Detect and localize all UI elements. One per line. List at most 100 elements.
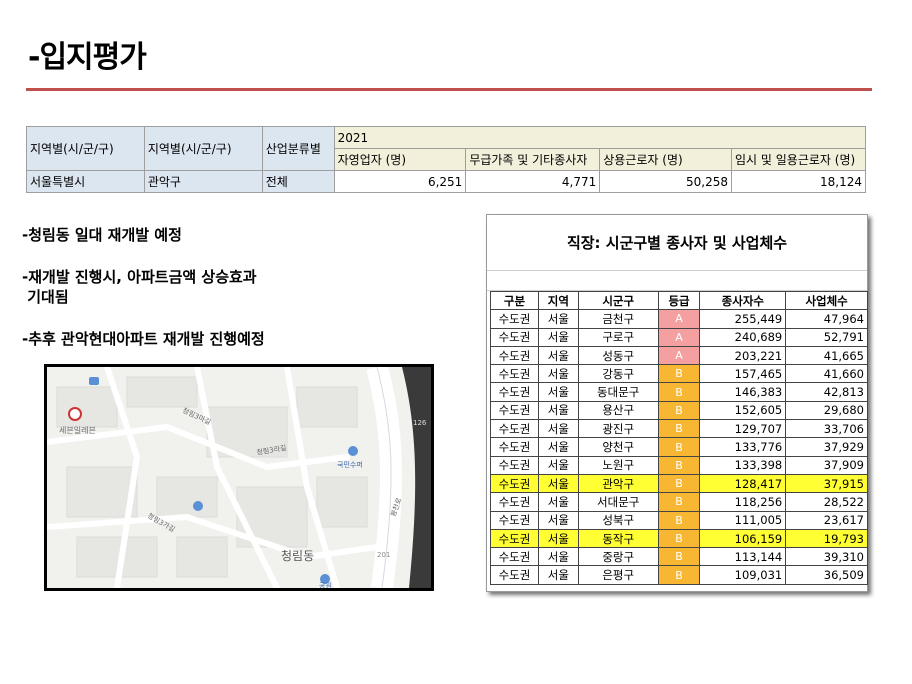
header-year: 2021 [333, 126, 867, 149]
cell-area: 서울 [537, 510, 579, 530]
cell-district: 노원구 [577, 455, 659, 475]
cell-businesses: 29,680 [785, 400, 868, 421]
cell-businesses: 42,813 [785, 382, 868, 402]
cell-district: 동대문구 [577, 382, 659, 402]
bullet-future-plan: -추후 관악현대아파트 재개발 진행예정 [22, 330, 265, 348]
cell-district: 금천구 [577, 309, 659, 329]
cell-area: 서울 [537, 547, 579, 567]
col-district: 시군구 [577, 290, 659, 311]
ranking-spacer [487, 271, 867, 291]
cell-area: 서울 [537, 327, 579, 347]
cell-grade: B [657, 510, 701, 530]
cell-businesses: 33,706 [785, 419, 868, 439]
table-row: 수도권 서울 성북구 B 111,005 23,617 [490, 510, 868, 530]
district-ranking-panel: 직장: 시군구별 종사자 및 사업체수 구분 지역 시군구 등급 종사자수 사업… [486, 214, 868, 592]
cell-zone: 수도권 [490, 528, 539, 549]
cell-businesses: 36,509 [785, 565, 868, 585]
cell-zone: 수도권 [490, 547, 539, 567]
cell-district: 광진구 [577, 419, 659, 439]
cell-area: 서울 [537, 492, 579, 512]
cell-businesses: 47,964 [785, 309, 868, 329]
svg-text:공원: 공원 [319, 581, 332, 588]
cell-district: 동작구 [577, 528, 659, 549]
table-row: 수도권 서울 중랑구 B 113,144 39,310 [490, 547, 868, 567]
title-divider [26, 88, 872, 91]
table-row: 수도권 서울 양천구 B 133,776 37,929 [490, 437, 868, 457]
table-row: 수도권 서울 관악구 B 128,417 37,915 [490, 473, 868, 494]
cell-grade: B [657, 528, 701, 549]
header-unpaid-family: 무급가족 및 기타종사자 [465, 148, 601, 171]
cell-district: 관악구 [577, 473, 659, 494]
cell-grade: B [657, 437, 701, 457]
table-row: 수도권 서울 용산구 B 152,605 29,680 [490, 400, 868, 421]
cell-zone: 수도권 [490, 492, 539, 512]
cell-workers: 133,776 [699, 437, 787, 457]
cell-grade: B [657, 419, 701, 439]
cell-businesses: 41,665 [785, 345, 868, 366]
header-self-employed: 자영업자 (명) [333, 148, 467, 171]
cell-region1: 서울특별시 [26, 170, 145, 193]
svg-text:청림동: 청림동 [281, 549, 314, 563]
cell-workers: 113,144 [699, 547, 787, 567]
cell-zone: 수도권 [490, 437, 539, 457]
cell-district: 서대문구 [577, 492, 659, 512]
cell-zone: 수도권 [490, 510, 539, 530]
cell-area: 서울 [537, 382, 579, 402]
cell-temp-workers: 18,124 [731, 170, 866, 193]
cell-area: 서울 [537, 473, 579, 494]
ranking-title: 직장: 시군구별 종사자 및 사업체수 [487, 215, 867, 271]
cell-workers: 128,417 [699, 473, 787, 494]
cell-district: 구로구 [577, 327, 659, 347]
page-title: -입지평가 [28, 40, 147, 75]
cell-area: 서울 [537, 400, 579, 421]
table-row: 수도권 서울 구로구 A 240,689 52,791 [490, 327, 868, 347]
cell-zone: 수도권 [490, 345, 539, 366]
cell-district: 중랑구 [577, 547, 659, 567]
cell-businesses: 52,791 [785, 327, 868, 347]
cell-area: 서울 [537, 437, 579, 457]
table-row: 수도권 서울 광진구 B 129,707 33,706 [490, 419, 868, 439]
cell-grade: B [657, 492, 701, 512]
cell-zone: 수도권 [490, 473, 539, 494]
table-row: 수도권 서울 동작구 B 106,159 19,793 [490, 528, 868, 549]
cell-regular-workers: 50,258 [599, 170, 732, 193]
cell-grade: B [657, 364, 701, 384]
cell-grade: B [657, 455, 701, 475]
bullet-price-effect: -재개발 진행시, 아파트금액 상승효과 [22, 268, 257, 286]
table-row: 수도권 서울 금천구 A 255,449 47,964 [490, 309, 868, 329]
col-zone: 구분 [490, 290, 539, 311]
cell-zone: 수도권 [490, 565, 539, 585]
col-grade: 등급 [657, 290, 701, 311]
cell-businesses: 41,660 [785, 364, 868, 384]
cell-zone: 수도권 [490, 419, 539, 439]
cell-workers: 152,605 [699, 400, 787, 421]
svg-text:126: 126 [413, 419, 427, 427]
cell-zone: 수도권 [490, 327, 539, 347]
cell-area: 서울 [537, 455, 579, 475]
cell-workers: 157,465 [699, 364, 787, 384]
cell-workers: 255,449 [699, 309, 787, 329]
cell-businesses: 23,617 [785, 510, 868, 530]
header-temp-workers: 임시 및 일용근로자 (명) [731, 148, 866, 171]
cell-area: 서울 [537, 345, 579, 366]
cell-district: 용산구 [577, 400, 659, 421]
header-region2: 지역별(시/군/구) [143, 126, 263, 171]
cell-zone: 수도권 [490, 382, 539, 402]
bullet-price-effect-cont: 기대됨 [22, 288, 69, 306]
cell-zone: 수도권 [490, 364, 539, 384]
cell-workers: 111,005 [699, 510, 787, 530]
svg-text:201: 201 [377, 551, 390, 559]
cell-grade: A [657, 309, 701, 329]
cell-workers: 240,689 [699, 327, 787, 347]
cell-zone: 수도권 [490, 400, 539, 421]
cell-workers: 129,707 [699, 419, 787, 439]
cell-businesses: 39,310 [785, 547, 868, 567]
cell-unpaid-family: 4,771 [465, 170, 601, 193]
bullet-redevelopment: -청림동 일대 재개발 예정 [22, 226, 182, 244]
location-map: 세븐일레븐 국민수퍼 청림동 공원 126 201 청림3마길 청림3라길 청림… [44, 364, 434, 591]
svg-text:국민수퍼: 국민수퍼 [337, 460, 363, 469]
col-area: 지역 [537, 290, 579, 311]
cell-industry: 전체 [261, 170, 335, 193]
employment-stats-table: 지역별(시/군/구) 지역별(시/군/구) 산업분류별 2021 자영업자 (명… [26, 126, 867, 193]
table-row: 수도권 서울 동대문구 B 146,383 42,813 [490, 382, 868, 402]
